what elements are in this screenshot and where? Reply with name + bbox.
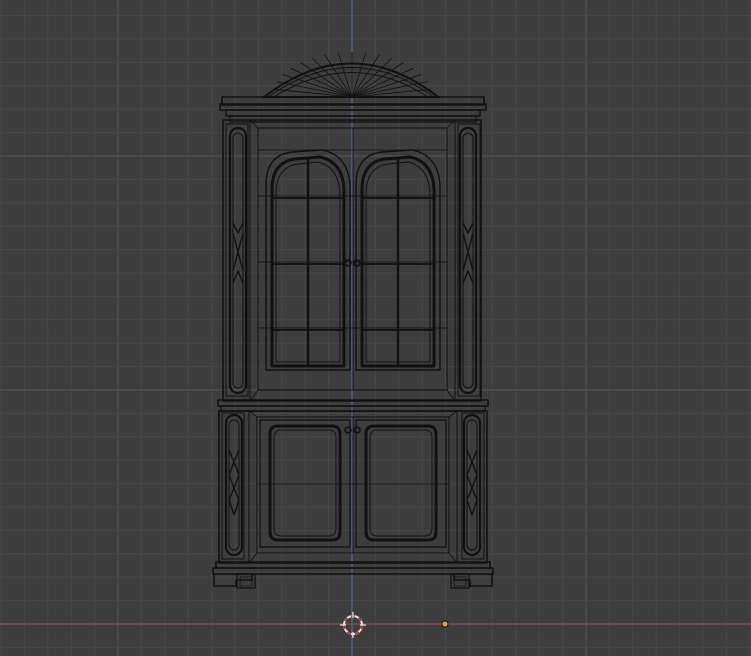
bracket-feet [213, 573, 493, 589]
pediment-sunburst [262, 52, 440, 98]
3d-viewport[interactable] [0, 0, 751, 656]
lower-panel-doors [257, 417, 449, 553]
upper-glass-doors [258, 128, 447, 390]
object-origin-icon[interactable] [441, 620, 449, 628]
3d-cursor-icon[interactable] [340, 612, 366, 638]
